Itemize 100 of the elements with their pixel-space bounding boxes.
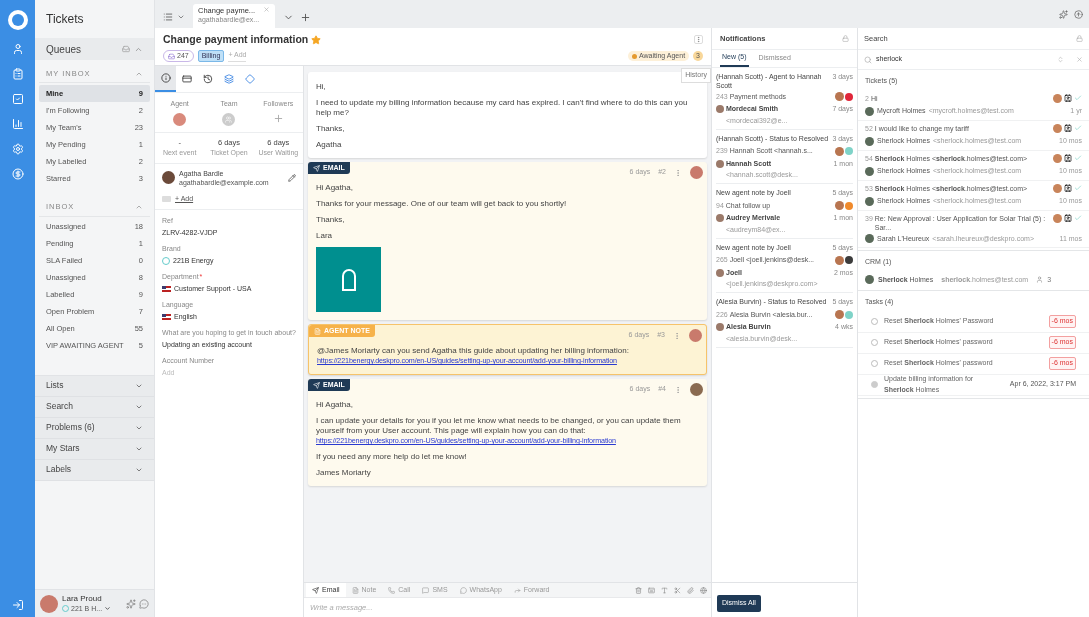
check-icon [1074, 184, 1082, 192]
logout-icon[interactable] [11, 599, 24, 611]
message-text: Hi, [316, 82, 327, 92]
avatar [716, 268, 724, 277]
group-header[interactable]: Problems (6) [35, 417, 154, 439]
user-name: Lara Proud [62, 593, 103, 604]
call-icon [388, 586, 396, 594]
avatar [716, 323, 724, 332]
upload-icon[interactable] [1074, 9, 1083, 19]
check-icon [1074, 214, 1082, 222]
attach-icon[interactable] [687, 586, 694, 594]
message-text: I can update your details for you if you let me know what needs to be changed, or you can update them yourself from your User account. This page will explain how you can do that: [316, 416, 682, 436]
list-icon[interactable] [163, 12, 173, 22]
contact-icon [1064, 154, 1072, 162]
note-icon [351, 586, 359, 594]
add-tab-icon[interactable] [300, 11, 311, 23]
people-icon [1036, 276, 1044, 284]
avatar [162, 171, 175, 184]
note-icon [314, 327, 321, 335]
star-icon[interactable] [311, 34, 322, 45]
diamond-icon [244, 74, 255, 84]
message-text: Thanks for your message. One of our team will get back to you shortly! [316, 199, 568, 209]
more-icon[interactable] [674, 168, 682, 177]
sidebar-title: Tickets [45, 11, 85, 28]
group-header[interactable]: Search [35, 396, 154, 418]
avatar [40, 594, 58, 613]
task-checkbox[interactable] [871, 381, 878, 388]
message-text: Thanks, [316, 215, 346, 225]
text-format-icon[interactable] [661, 586, 668, 594]
message-text: If you need any more help do let me know! [316, 452, 468, 462]
email-icon [312, 586, 319, 594]
cc-icon [162, 195, 171, 202]
avatar [1053, 123, 1062, 133]
inbox-icon [168, 52, 175, 60]
lock-icon [842, 35, 849, 42]
message-text: Hi Agatha, [316, 183, 354, 193]
message-text: James Moriarty [316, 468, 372, 478]
avatar [835, 92, 844, 102]
search-icon [864, 55, 872, 64]
queues-header[interactable]: Queues [35, 38, 154, 60]
panel-tab[interactable] [155, 66, 176, 92]
contact-icon [1064, 214, 1072, 222]
avatar [716, 214, 724, 223]
avatar [865, 106, 874, 116]
avatar [835, 201, 844, 211]
more-icon[interactable] [694, 35, 703, 45]
group-header[interactable]: Lists [35, 375, 154, 397]
settings-icon[interactable] [11, 143, 24, 155]
avatar [865, 136, 874, 146]
send-icon [313, 381, 320, 389]
contact-icon [1064, 184, 1072, 192]
flag-icon [162, 313, 171, 320]
ticket-title: Change payment information [163, 32, 309, 47]
avatar [1053, 183, 1062, 193]
sparkle-icon[interactable] [1059, 9, 1068, 19]
edit-icon[interactable] [288, 173, 296, 182]
team-avatar[interactable] [222, 112, 236, 126]
avatar [865, 234, 874, 244]
clear-icon[interactable] [1076, 56, 1083, 63]
avatar [716, 105, 724, 114]
whatsapp-icon [459, 586, 467, 594]
caret-icon[interactable] [177, 13, 185, 21]
avatar [1053, 213, 1062, 223]
more-icon[interactable] [674, 385, 682, 394]
message-text: Lara [316, 231, 333, 241]
avatar [865, 166, 874, 176]
group-header[interactable]: My Stars [35, 438, 154, 460]
sms-icon [422, 586, 430, 594]
scissors-icon[interactable] [674, 586, 681, 594]
inbox-icon [122, 45, 130, 53]
avatar [173, 112, 187, 126]
close-icon[interactable] [263, 6, 270, 13]
avatar [835, 310, 844, 320]
avatar [865, 196, 874, 206]
more-icon[interactable] [673, 331, 681, 340]
message-text: Hi Agatha, [316, 400, 354, 410]
add-icon[interactable] [272, 112, 284, 124]
app-icon [223, 74, 234, 84]
history-icon [202, 74, 213, 84]
logo-icon[interactable] [7, 10, 28, 30]
avatar [716, 159, 724, 168]
forward-icon [513, 586, 521, 594]
avatar [865, 275, 874, 285]
chart-icon[interactable] [11, 118, 24, 130]
tasks-icon[interactable] [11, 93, 24, 105]
trash-icon[interactable] [635, 586, 642, 594]
check-icon [1074, 94, 1082, 102]
flag-icon [162, 285, 171, 292]
dollar-icon[interactable] [11, 168, 24, 180]
send-icon [313, 164, 320, 172]
avatar [835, 146, 844, 156]
globe-icon[interactable] [700, 586, 707, 594]
tickets-icon[interactable] [11, 68, 24, 80]
user-icon[interactable] [11, 43, 24, 55]
card-icon [181, 74, 192, 84]
contact-icon [1064, 124, 1072, 132]
message-text: @James Moriarty can you send Agatha this guide about updating her billing information: [317, 346, 630, 356]
sort-icon[interactable] [1057, 56, 1064, 63]
keyboard-icon[interactable] [648, 586, 655, 594]
group-header[interactable]: Labels [35, 459, 154, 481]
